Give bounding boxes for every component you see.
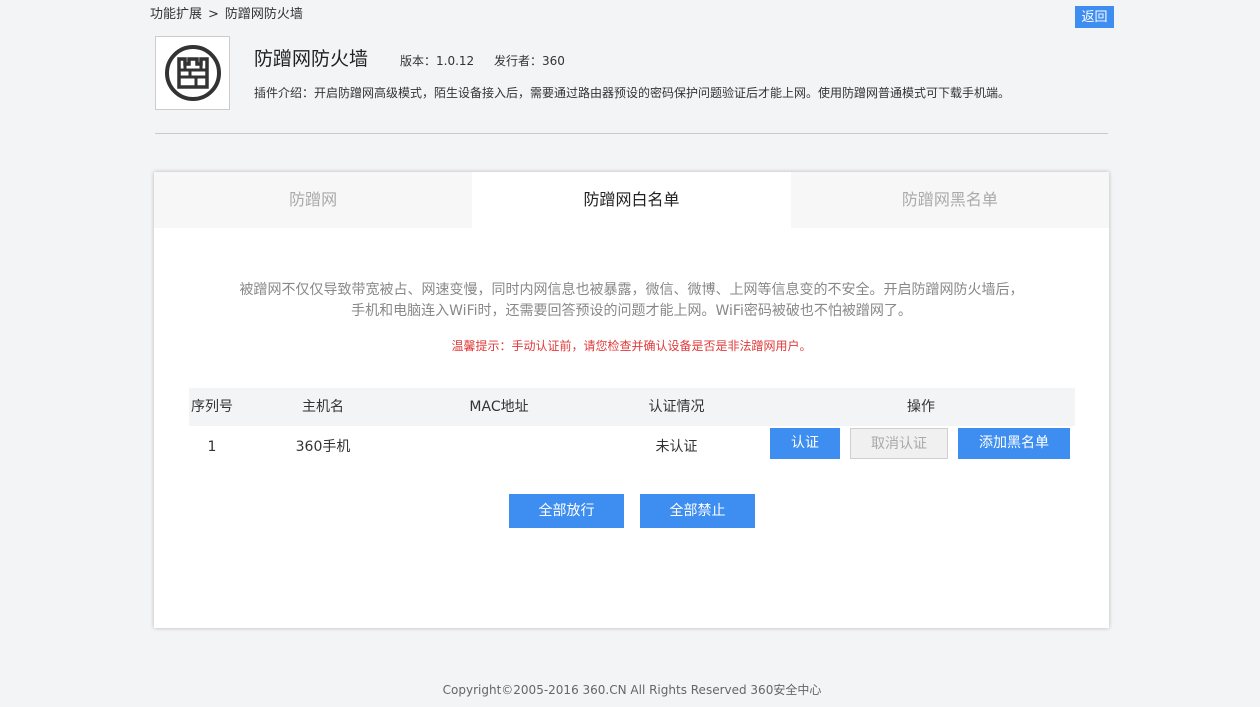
plugin-logo bbox=[155, 36, 230, 110]
row-mac bbox=[429, 428, 569, 466]
table-header-row: 序列号 主机名 MAC地址 认证情况 操作 bbox=[189, 388, 1075, 426]
intro-line-2: 手机和电脑连入WiFi时，还需要回答预设的问题才能上网。WiFi密码被破也不怕被… bbox=[351, 303, 912, 319]
row-hostname: 360手机 bbox=[295, 439, 351, 455]
table-row: 1 360手机 未认证 认证 取消认证 添加黑名单 bbox=[189, 426, 1075, 464]
breadcrumb-separator: > bbox=[208, 7, 219, 22]
plugin-publisher: 发行者：360 bbox=[494, 54, 565, 68]
header-index: 序列号 bbox=[191, 399, 233, 415]
castle-wall-icon bbox=[164, 45, 221, 101]
breadcrumb-parent-link[interactable]: 功能扩展 bbox=[150, 7, 202, 22]
header-actions: 操作 bbox=[907, 399, 935, 415]
block-all-button[interactable]: 全部禁止 bbox=[640, 494, 755, 528]
auth-button[interactable]: 认证 bbox=[770, 428, 840, 459]
cancel-auth-button[interactable]: 取消认证 bbox=[850, 428, 948, 459]
footer-copyright: Copyright©2005-2016 360.CN All Rights Re… bbox=[442, 683, 822, 697]
header-divider bbox=[155, 133, 1108, 134]
allow-all-button[interactable]: 全部放行 bbox=[509, 494, 624, 528]
add-blacklist-button[interactable]: 添加黑名单 bbox=[958, 428, 1070, 459]
plugin-version: 版本：1.0.12 bbox=[400, 54, 475, 68]
plugin-title: 防蹭网防火墙 bbox=[254, 48, 369, 70]
intro-line-1: 被蹭网不仅仅导致带宽被占、网速变慢，同时内网信息也被暴露，微信、微博、上网等信息… bbox=[239, 282, 1024, 298]
row-status: 未认证 bbox=[655, 439, 698, 455]
whitelist-panel: 防蹭网 防蹭网白名单 防蹭网黑名单 被蹭网不仅仅导致带宽被占、网速变慢，同时内网… bbox=[154, 172, 1109, 628]
plugin-meta: 版本：1.0.12 发行者：360 bbox=[400, 53, 581, 69]
row-index: 1 bbox=[207, 439, 217, 455]
tab-blacklist[interactable]: 防蹭网黑名单 bbox=[790, 172, 1109, 228]
header-hostname: 主机名 bbox=[302, 399, 344, 415]
warning-text: 温馨提示：手动认证前，请您检查并确认设备是否是非法蹭网用户。 bbox=[451, 339, 812, 353]
header-mac: MAC地址 bbox=[469, 399, 529, 415]
tab-whitelist[interactable]: 防蹭网白名单 bbox=[472, 172, 791, 228]
device-table: 序列号 主机名 MAC地址 认证情况 操作 1 360手机 未认证 认证 取消认… bbox=[189, 388, 1075, 464]
plugin-description: 插件介绍：开启防蹭网高级模式，陌生设备接入后，需要通过路由器预设的密码保护问题验… bbox=[254, 86, 1011, 100]
header-status: 认证情况 bbox=[648, 399, 705, 415]
back-button[interactable]: 返回 bbox=[1075, 6, 1114, 28]
breadcrumb-current: 防蹭网防火墙 bbox=[224, 7, 303, 22]
tab-bar: 防蹭网 防蹭网白名单 防蹭网黑名单 bbox=[154, 172, 1109, 228]
breadcrumb: 功能扩展 > 防蹭网防火墙 bbox=[150, 6, 303, 24]
tab-anti-freeload[interactable]: 防蹭网 bbox=[154, 172, 473, 228]
intro-text: 被蹭网不仅仅导致带宽被占、网速变慢，同时内网信息也被暴露，微信、微博、上网等信息… bbox=[154, 280, 1109, 322]
